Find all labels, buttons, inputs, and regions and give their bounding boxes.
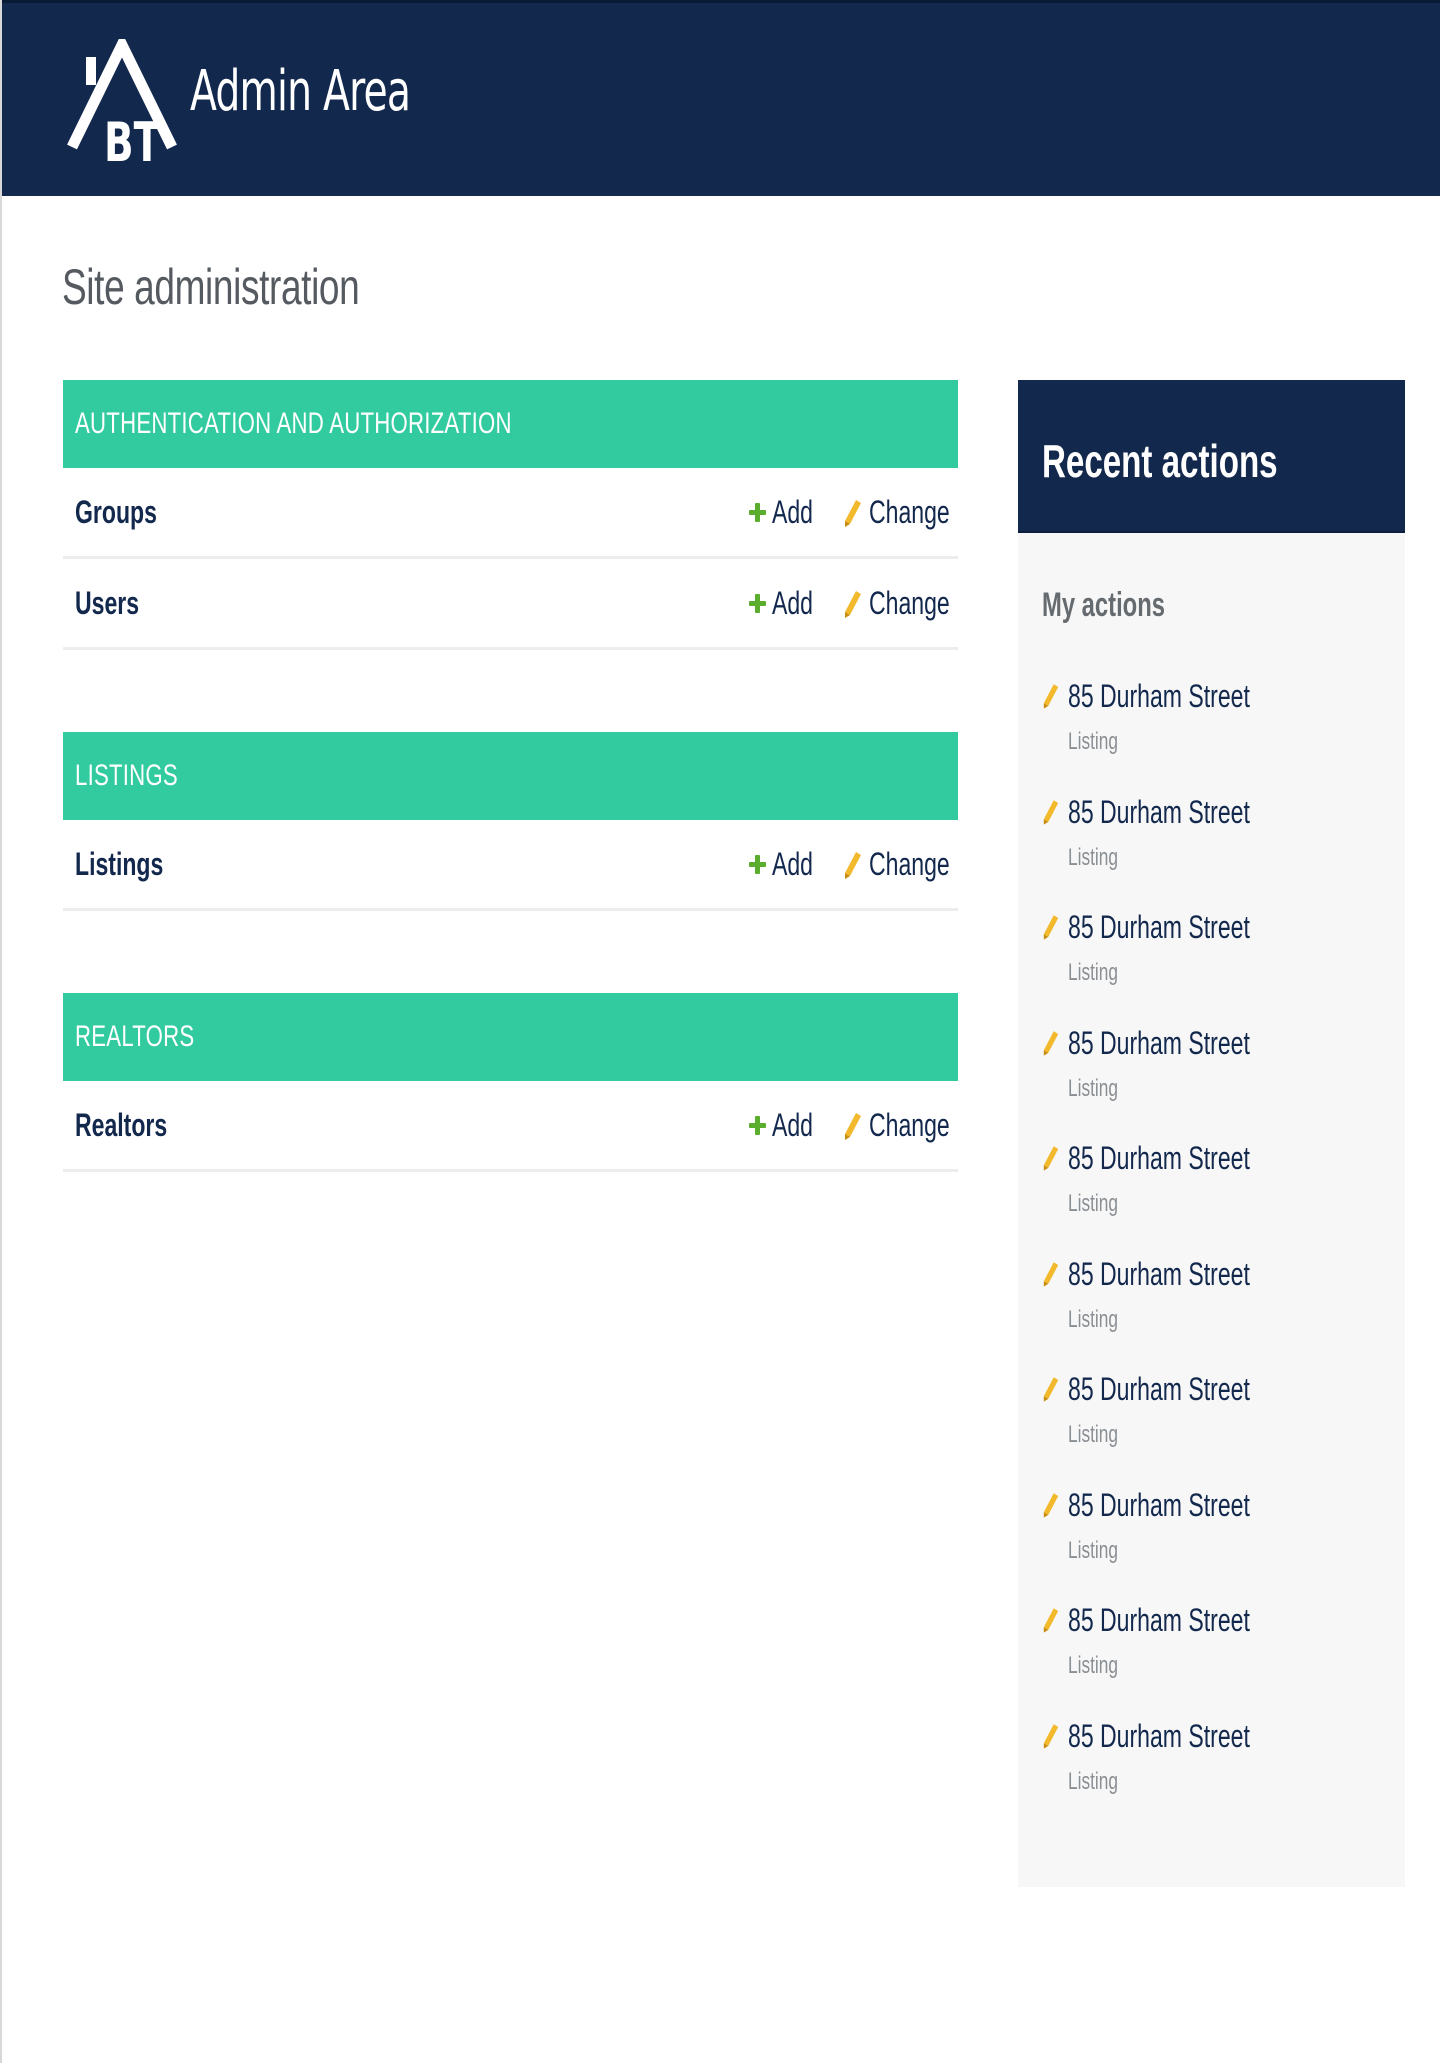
add-realtors-button[interactable]: Add <box>749 1107 829 1144</box>
plus-icon <box>749 500 766 526</box>
list-item: 85 Durham Street Listing <box>1042 1256 1382 1372</box>
recent-action-type: Listing <box>1068 1421 1118 1448</box>
bt-logo[interactable]: BT <box>66 32 178 175</box>
recent-actions-panel: Recent actions My actions 85 Durham Stre… <box>1018 380 1405 1887</box>
change-label: Change <box>869 1107 950 1143</box>
recent-action-link[interactable]: 85 Durham Street <box>1068 1371 1250 1408</box>
module-caption[interactable]: REALTORS <box>63 993 958 1081</box>
model-row-groups: Groups Add Change <box>63 468 958 559</box>
change-listings-button[interactable]: Change <box>843 846 981 883</box>
module-caption[interactable]: AUTHENTICATION AND AUTHORIZATION <box>63 380 958 468</box>
recent-action-type: Listing <box>1068 1305 1118 1333</box>
recent-actions-title: Recent actions <box>1042 435 1278 487</box>
model-row-listings: Listings Add Change <box>63 820 958 911</box>
model-row-users: Users Add Change <box>63 559 958 650</box>
logo-text: BT <box>104 112 160 165</box>
change-groups-button[interactable]: Change <box>843 494 981 531</box>
add-label: Add <box>772 494 813 530</box>
list-item: 85 Durham Street Listing <box>1042 1140 1382 1256</box>
module-caption-label: LISTINGS <box>75 759 178 792</box>
module-caption[interactable]: LISTINGS <box>63 732 958 820</box>
add-label: Add <box>772 846 813 882</box>
list-item: 85 Durham Street Listing <box>1042 1025 1382 1141</box>
page-title: Site administration <box>62 259 360 315</box>
list-item: 85 Durham Street Listing <box>1042 1487 1382 1603</box>
model-row-realtors: Realtors Add Change <box>63 1081 958 1172</box>
recent-action-link[interactable]: 85 Durham Street <box>1068 1140 1250 1177</box>
brand-title[interactable]: Admin Area <box>190 59 411 124</box>
recent-action-link[interactable]: 85 Durham Street <box>1068 1487 1250 1524</box>
model-link-groups[interactable]: Groups <box>75 494 157 531</box>
recent-action-link[interactable]: 85 Durham Street <box>1068 1025 1250 1062</box>
model-link-realtors[interactable]: Realtors <box>75 1107 167 1144</box>
plus-icon <box>749 852 766 878</box>
list-item: 85 Durham Street Listing <box>1042 1602 1382 1718</box>
recent-action-type: Listing <box>1068 728 1118 755</box>
page: BT Admin Area Site administration AUTHEN… <box>0 0 1440 2063</box>
add-groups-button[interactable]: Add <box>749 494 829 531</box>
pencil-icon <box>1043 1261 1059 1287</box>
list-item: 85 Durham Street Listing <box>1042 1718 1382 1834</box>
recent-action-type: Listing <box>1068 1190 1118 1217</box>
recent-action-type: Listing <box>1068 1767 1118 1795</box>
recent-action-link[interactable]: 85 Durham Street <box>1068 678 1250 715</box>
recent-action-type: Listing <box>1068 1074 1118 1102</box>
list-item: 85 Durham Street Listing <box>1042 1371 1382 1487</box>
house-logo-icon: BT <box>67 32 177 175</box>
module-realtors: REALTORS Realtors Add Change <box>63 993 958 1172</box>
recent-action-type: Listing <box>1068 843 1118 871</box>
recent-action-type: Listing <box>1068 959 1118 986</box>
recent-action-link[interactable]: 85 Durham Street <box>1068 1602 1250 1639</box>
recent-actions-header: Recent actions <box>1018 380 1405 533</box>
change-label: Change <box>869 846 950 882</box>
plus-icon <box>749 1113 766 1139</box>
pencil-icon <box>1043 1146 1059 1171</box>
list-item: 85 Durham Street Listing <box>1042 794 1382 910</box>
pencil-icon <box>845 499 861 527</box>
module-caption-label: REALTORS <box>75 1020 195 1053</box>
pencil-icon <box>845 1112 861 1140</box>
pencil-icon <box>845 590 861 618</box>
module-caption-label: AUTHENTICATION AND AUTHORIZATION <box>75 407 512 440</box>
module-authentication-and-authorization: AUTHENTICATION AND AUTHORIZATION Groups … <box>63 380 958 650</box>
pencil-icon <box>845 851 861 879</box>
pencil-icon <box>1043 1608 1059 1633</box>
add-users-button[interactable]: Add <box>749 585 829 622</box>
pencil-icon <box>1043 684 1059 709</box>
pencil-icon <box>1043 1030 1059 1056</box>
recent-actions-list: 85 Durham Street Listing 85 Durham Stree… <box>1042 678 1382 1833</box>
pencil-icon <box>1043 915 1059 940</box>
module-listings: LISTINGS Listings Add Change <box>63 732 958 911</box>
change-realtors-button[interactable]: Change <box>843 1107 981 1144</box>
header: BT Admin Area <box>2 0 1440 196</box>
recent-action-link[interactable]: 85 Durham Street <box>1068 909 1250 946</box>
change-label: Change <box>869 585 950 621</box>
pencil-icon <box>1043 1377 1059 1402</box>
add-listings-button[interactable]: Add <box>749 846 829 883</box>
list-item: 85 Durham Street Listing <box>1042 678 1382 794</box>
recent-action-link[interactable]: 85 Durham Street <box>1068 1256 1250 1293</box>
change-label: Change <box>869 494 950 530</box>
model-link-users[interactable]: Users <box>75 585 139 622</box>
plus-icon <box>749 591 766 617</box>
my-actions-heading: My actions <box>1042 586 1166 624</box>
pencil-icon <box>1043 1492 1059 1518</box>
pencil-icon <box>1043 799 1059 825</box>
recent-action-type: Listing <box>1068 1536 1118 1564</box>
recent-action-type: Listing <box>1068 1652 1118 1679</box>
add-label: Add <box>772 1107 813 1143</box>
pencil-icon <box>1043 1723 1059 1749</box>
list-item: 85 Durham Street Listing <box>1042 909 1382 1025</box>
model-link-listings[interactable]: Listings <box>75 846 163 883</box>
add-label: Add <box>772 585 813 621</box>
recent-action-link[interactable]: 85 Durham Street <box>1068 1718 1250 1755</box>
change-users-button[interactable]: Change <box>843 585 981 622</box>
recent-action-link[interactable]: 85 Durham Street <box>1068 794 1250 831</box>
